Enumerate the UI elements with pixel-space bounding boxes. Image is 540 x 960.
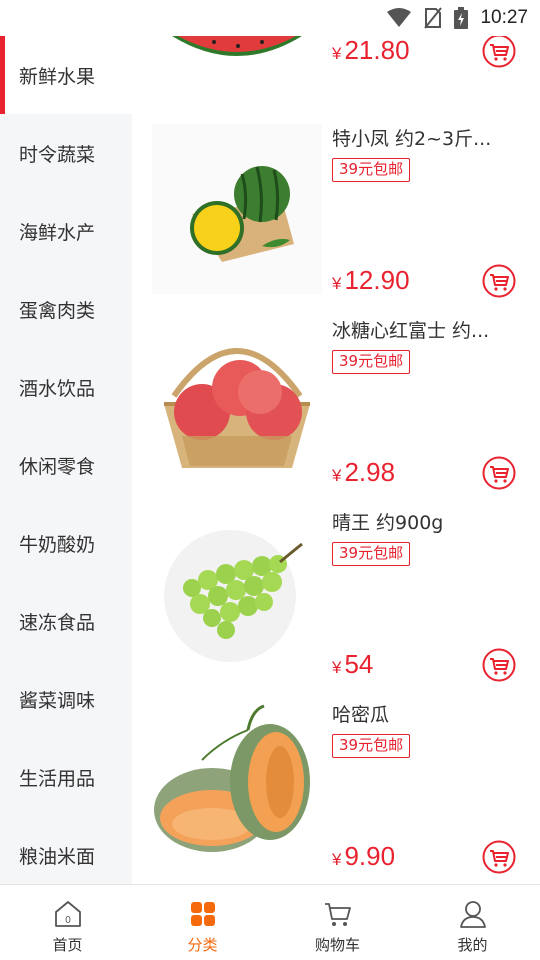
product-image <box>172 36 302 56</box>
product-name: 冰糖心红富士 约... <box>332 320 490 342</box>
user-icon <box>459 901 486 928</box>
product-image <box>152 124 322 294</box>
sidebar-item-label: 新鲜水果 <box>19 65 96 88</box>
product-card[interactable]: 晴王 约900g 39元包邮 ¥54 <box>132 498 540 690</box>
sidebar-item-label: 时令蔬菜 <box>19 143 96 166</box>
tab-label: 首页 <box>52 936 83 954</box>
bottom-tab-bar: 0 首页 分类 购物车 我的 <box>0 884 540 960</box>
sidebar-item-label: 海鲜水产 <box>19 221 96 244</box>
free-shipping-badge: 39元包邮 <box>332 350 411 374</box>
home-icon: 0 <box>54 901 81 927</box>
tab-label: 分类 <box>187 936 218 954</box>
sidebar-item-grain-oil[interactable]: 粮油米面 <box>0 816 132 884</box>
sidebar-item-fresh-fruit[interactable]: 新鲜水果 <box>0 36 132 114</box>
tab-category[interactable]: 分类 <box>135 885 270 960</box>
product-list: ¥21.80 特小凤 约2~3斤... 39元包邮 ¥12.90 冰糖心红富士 … <box>132 36 540 884</box>
sidebar-item-frozen-food[interactable]: 速冻食品 <box>0 582 132 660</box>
product-price: ¥9.90 <box>332 841 396 871</box>
product-price: ¥12.90 <box>332 265 410 295</box>
product-card[interactable]: 特小凤 约2~3斤... 39元包邮 ¥12.90 <box>132 114 540 306</box>
tab-home[interactable]: 0 首页 <box>0 885 135 960</box>
sidebar-item-label: 粮油米面 <box>19 845 96 868</box>
product-price: ¥21.80 <box>332 36 410 65</box>
sidebar-item-label: 生活用品 <box>19 767 96 790</box>
sidebar-item-label: 酱菜调味 <box>19 689 96 712</box>
product-image <box>164 530 303 662</box>
cart-icon <box>324 903 351 926</box>
no-sim-icon <box>424 7 443 29</box>
product-image <box>154 704 310 852</box>
sidebar-item-label: 牛奶酸奶 <box>19 533 96 556</box>
sidebar-item-snacks[interactable]: 休闲零食 <box>0 426 132 504</box>
product-image <box>164 348 310 468</box>
product-price: ¥54 <box>332 649 374 679</box>
sidebar-item-label: 蛋禽肉类 <box>19 299 96 322</box>
status-time: 10:27 <box>480 7 528 28</box>
sidebar-item-daily-goods[interactable]: 生活用品 <box>0 738 132 816</box>
tab-label: 我的 <box>457 936 488 954</box>
sidebar-item-seasonal-vegetables[interactable]: 时令蔬菜 <box>0 114 132 192</box>
product-card[interactable]: 冰糖心红富士 约... 39元包邮 ¥2.98 <box>132 306 540 498</box>
add-to-cart-icon[interactable] <box>482 840 516 874</box>
free-shipping-badge: 39元包邮 <box>332 158 411 182</box>
category-icon <box>190 902 215 926</box>
battery-charging-icon <box>454 7 469 29</box>
add-to-cart-icon[interactable] <box>482 264 516 298</box>
category-sidebar: 新鲜水果 时令蔬菜 海鲜水产 蛋禽肉类 酒水饮品 休闲零食 牛奶酸奶 速冻食品 … <box>0 36 132 884</box>
free-shipping-badge: 39元包邮 <box>332 542 411 566</box>
free-shipping-badge: 39元包邮 <box>332 734 411 758</box>
tab-cart[interactable]: 购物车 <box>270 885 405 960</box>
status-bar: 10:27 <box>0 0 540 36</box>
status-icons: 10:27 <box>386 6 528 30</box>
product-name: 特小凤 约2~3斤... <box>332 128 492 150</box>
svg-text:0: 0 <box>65 915 71 926</box>
product-price: ¥2.98 <box>332 457 396 487</box>
sidebar-item-label: 速冻食品 <box>19 611 96 634</box>
sidebar-item-label: 休闲零食 <box>19 455 96 478</box>
sidebar-item-eggs-meat[interactable]: 蛋禽肉类 <box>0 270 132 348</box>
product-name: 哈密瓜 <box>332 704 390 726</box>
add-to-cart-icon[interactable] <box>482 648 516 682</box>
tab-profile[interactable]: 我的 <box>405 885 540 960</box>
wifi-icon <box>387 8 412 27</box>
tab-label: 购物车 <box>314 936 360 954</box>
product-card[interactable]: ¥21.80 <box>132 36 540 76</box>
product-card[interactable]: 哈密瓜 39元包邮 ¥9.90 <box>132 690 540 882</box>
sidebar-item-seafood[interactable]: 海鲜水产 <box>0 192 132 270</box>
sidebar-item-condiments[interactable]: 酱菜调味 <box>0 660 132 738</box>
product-name: 晴王 约900g <box>332 512 444 534</box>
add-to-cart-icon[interactable] <box>482 36 516 68</box>
sidebar-item-drinks[interactable]: 酒水饮品 <box>0 348 132 426</box>
add-to-cart-icon[interactable] <box>482 456 516 490</box>
sidebar-item-label: 酒水饮品 <box>19 377 96 400</box>
sidebar-item-dairy[interactable]: 牛奶酸奶 <box>0 504 132 582</box>
